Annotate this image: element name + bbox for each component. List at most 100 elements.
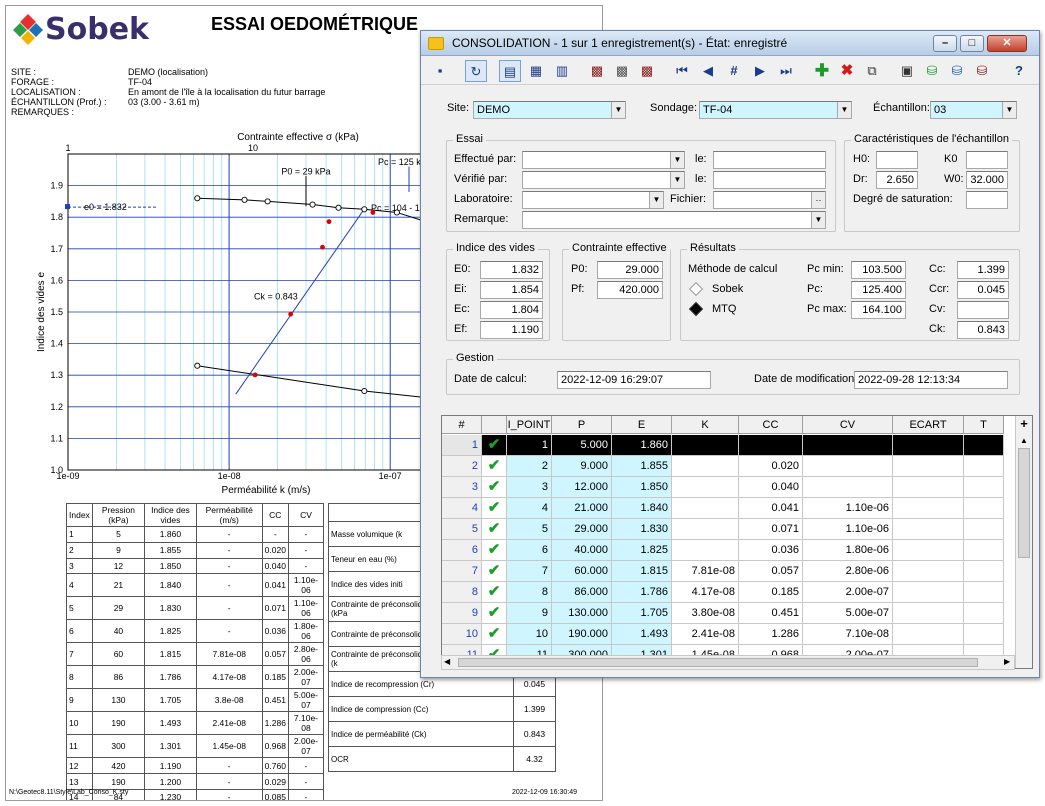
grid-header[interactable]: ECART	[893, 416, 964, 434]
check-icon[interactable]: ✔	[482, 519, 507, 540]
grid-cell[interactable]	[964, 540, 1004, 561]
copy-record-icon[interactable]: ⧉	[861, 60, 883, 82]
ec-field[interactable]: 1.804	[480, 301, 543, 319]
goto-record-icon[interactable]: #	[723, 60, 745, 82]
maximize-button[interactable]: □	[960, 35, 984, 52]
grid-cell[interactable]: 5	[507, 519, 552, 540]
next-record-icon[interactable]: ▶	[749, 60, 771, 82]
grid-view-icon[interactable]: ▦	[525, 60, 547, 82]
grid-cell[interactable]: 29.000	[552, 519, 612, 540]
grid-cell[interactable]: 1.825	[612, 540, 672, 561]
grid-header[interactable]: E	[612, 416, 672, 434]
check-icon[interactable]: ✔	[482, 561, 507, 582]
ccr-field[interactable]: 0.045	[957, 281, 1009, 299]
add-column-icon[interactable]: +	[1016, 416, 1032, 434]
grid-cell[interactable]: 86.000	[552, 582, 612, 603]
grid-cell[interactable]: 8	[442, 582, 482, 603]
laboratoire-select[interactable]: ▼	[522, 191, 664, 209]
scroll-up-icon[interactable]: ▲	[1016, 434, 1032, 448]
filter-clear-icon[interactable]: ▩	[636, 60, 658, 82]
grid-cell[interactable]: 7	[507, 561, 552, 582]
verifie-select[interactable]: ▼	[522, 171, 685, 189]
grid-cell[interactable]: 1.815	[612, 561, 672, 582]
grid-cell[interactable]	[893, 435, 964, 456]
check-icon[interactable]: ✔	[482, 435, 507, 456]
date-calcul-field[interactable]: 2022-12-09 16:29:07	[557, 371, 711, 389]
p0-field[interactable]: 29.000	[597, 261, 663, 279]
scrollbar-thumb[interactable]	[1018, 448, 1030, 558]
grid-cell[interactable]	[672, 540, 739, 561]
list-view-icon[interactable]: ▥	[551, 60, 573, 82]
grid-cell[interactable]: 1.786	[612, 582, 672, 603]
grid-cell[interactable]: 10	[442, 624, 482, 645]
check-icon[interactable]: ✔	[482, 624, 507, 645]
verifie-date-field[interactable]	[713, 171, 826, 189]
grid-cell[interactable]: 0.451	[739, 603, 803, 624]
check-icon[interactable]: ✔	[482, 477, 507, 498]
check-icon[interactable]: ✔	[482, 582, 507, 603]
grid-header[interactable]	[482, 416, 507, 434]
grid-cell[interactable]: 4.17e-08	[672, 582, 739, 603]
check-icon[interactable]: ✔	[482, 540, 507, 561]
grid-cell[interactable]: 8	[507, 582, 552, 603]
effectue-date-field[interactable]	[713, 151, 826, 169]
grid-cell[interactable]: 0.036	[739, 540, 803, 561]
previous-record-icon[interactable]: ◀	[697, 60, 719, 82]
grid-cell[interactable]: 5.00e-07	[803, 603, 893, 624]
sondage-select[interactable]: TF-04 ▼	[699, 101, 852, 119]
scroll-left-icon[interactable]: ◀	[444, 657, 450, 666]
grid-cell[interactable]	[893, 456, 964, 477]
close-button[interactable]: ✕	[987, 35, 1027, 52]
grid-cell[interactable]	[893, 624, 964, 645]
delete-record-icon[interactable]: ✖	[836, 60, 858, 82]
grid-cell[interactable]: 7.81e-08	[672, 561, 739, 582]
grid-cell[interactable]: 9	[507, 603, 552, 624]
grid-header[interactable]: CV	[803, 416, 893, 434]
grid-cell[interactable]: 130.000	[552, 603, 612, 624]
pf-field[interactable]: 420.000	[597, 281, 663, 299]
grid-cell[interactable]	[803, 477, 893, 498]
grid-cell[interactable]	[964, 456, 1004, 477]
site-select[interactable]: DEMO ▼	[473, 101, 626, 119]
grid-cell[interactable]: 5.000	[552, 435, 612, 456]
grid-cell[interactable]: 21.000	[552, 498, 612, 519]
pcmax-field[interactable]: 164.100	[851, 301, 906, 319]
grid-cell[interactable]: 12.000	[552, 477, 612, 498]
grid-header[interactable]: K	[672, 416, 739, 434]
grid-cell[interactable]	[893, 519, 964, 540]
grid-cell[interactable]: 0.185	[739, 582, 803, 603]
cc-field[interactable]: 1.399	[957, 261, 1009, 279]
grid-cell[interactable]	[964, 498, 1004, 519]
grid-cell[interactable]: 2.41e-08	[672, 624, 739, 645]
grid-cell[interactable]	[893, 540, 964, 561]
grid-cell[interactable]: 1.705	[612, 603, 672, 624]
grid-cell[interactable]: 1.855	[612, 456, 672, 477]
grid-cell[interactable]: 1.830	[612, 519, 672, 540]
scroll-right-icon[interactable]: ▶	[1004, 657, 1010, 666]
grid-cell[interactable]	[739, 435, 803, 456]
degre-saturation-field[interactable]	[966, 191, 1008, 209]
grid-cell[interactable]	[893, 582, 964, 603]
grid-cell[interactable]: 1.10e-06	[803, 519, 893, 540]
grid-cell[interactable]	[672, 477, 739, 498]
grid-cell[interactable]: 2	[442, 456, 482, 477]
grid-cell[interactable]	[672, 519, 739, 540]
grid-cell[interactable]	[803, 435, 893, 456]
ei-field[interactable]: 1.854	[480, 281, 543, 299]
minimize-button[interactable]: –	[933, 35, 957, 52]
grid-cell[interactable]	[964, 435, 1004, 456]
grid-cell[interactable]	[893, 561, 964, 582]
grid-cell[interactable]	[893, 498, 964, 519]
grid-cell[interactable]	[964, 624, 1004, 645]
title-bar[interactable]: CONSOLIDATION - 1 sur 1 enregistrement(s…	[421, 31, 1039, 56]
grid-cell[interactable]	[803, 456, 893, 477]
grid-cell[interactable]: 3	[442, 477, 482, 498]
grid-cell[interactable]: 3	[507, 477, 552, 498]
database-icon[interactable]: ⛁	[946, 60, 968, 82]
grid-cell[interactable]	[893, 477, 964, 498]
grid-cell[interactable]: 1.286	[739, 624, 803, 645]
check-icon[interactable]: ✔	[482, 603, 507, 624]
grid-cell[interactable]: 7.10e-08	[803, 624, 893, 645]
grid-cell[interactable]: 6	[442, 540, 482, 561]
pc-field[interactable]: 125.400	[851, 281, 906, 299]
